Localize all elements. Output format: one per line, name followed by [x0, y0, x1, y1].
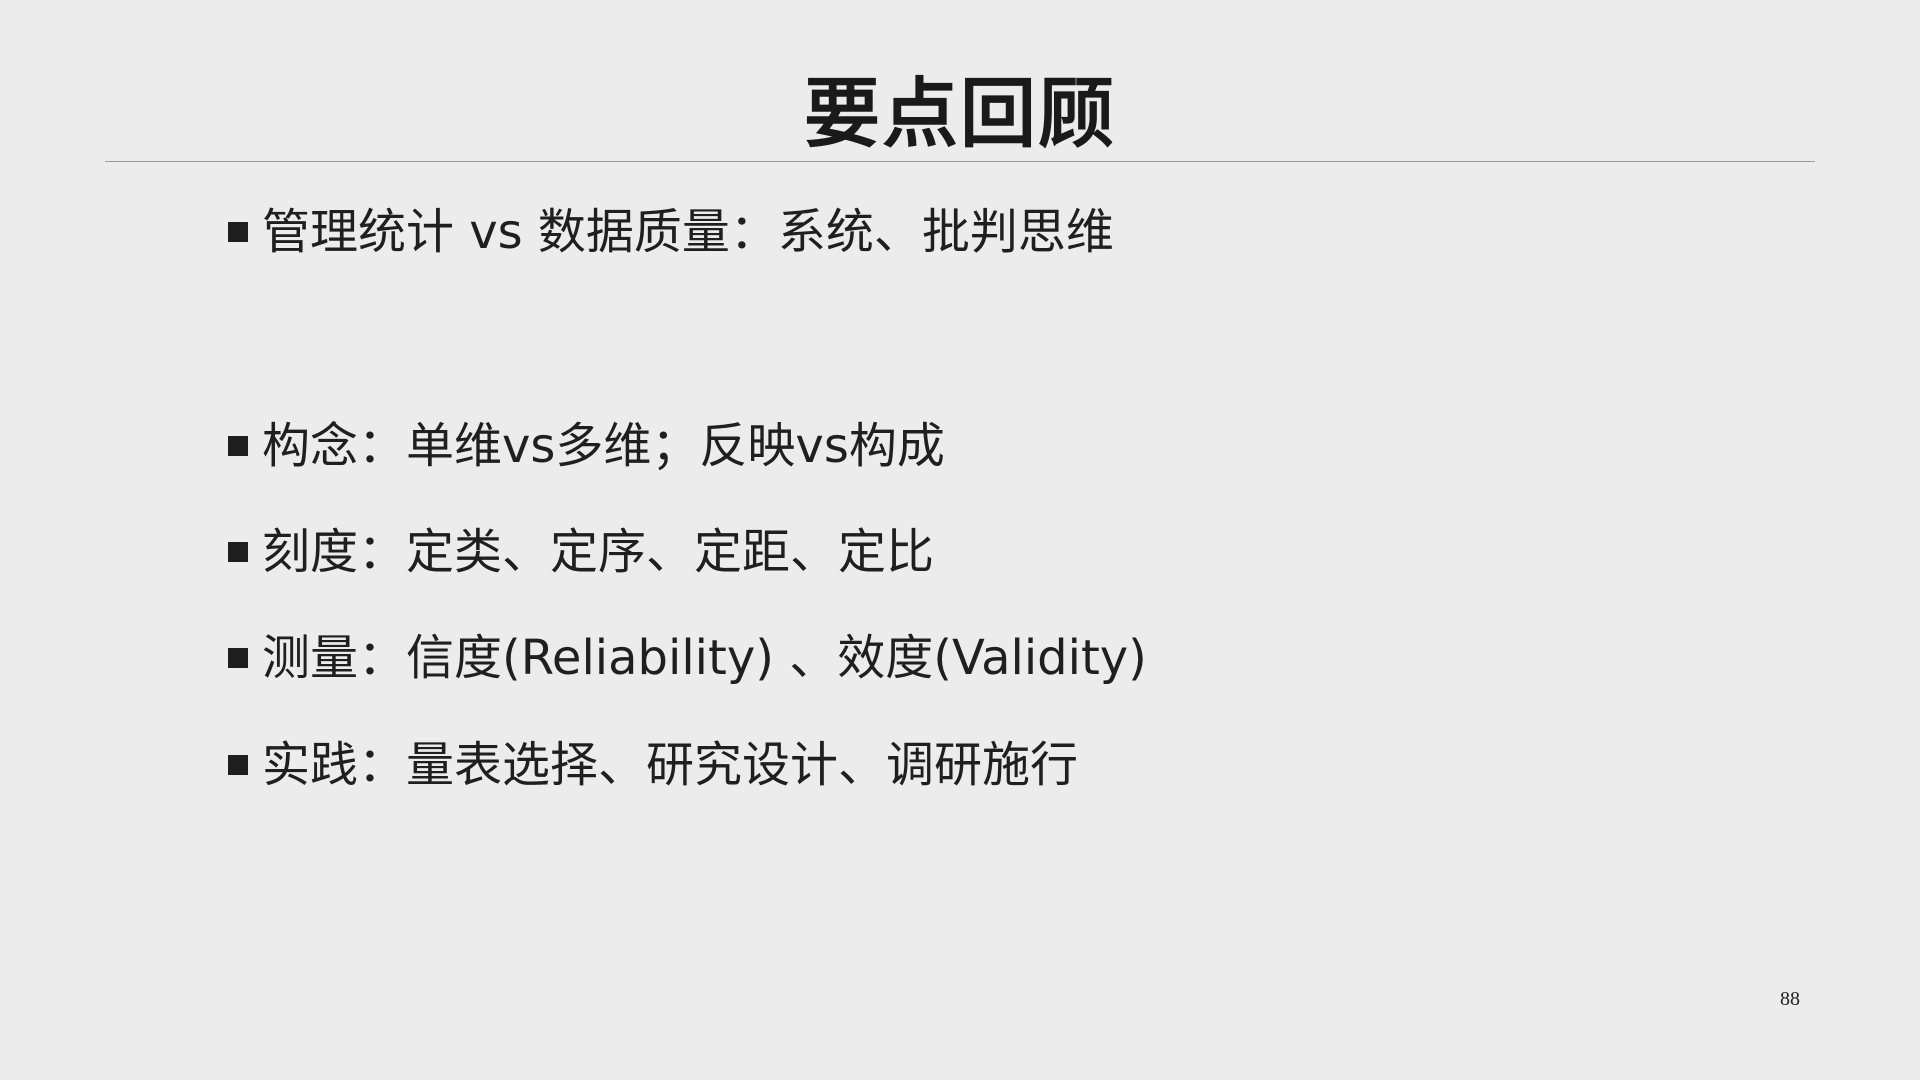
bullet-text: 管理统计 vs 数据质量：系统、批判思维	[262, 204, 1114, 260]
bullet-item: 管理统计 vs 数据质量：系统、批判思维	[228, 202, 1114, 262]
square-bullet-icon	[228, 222, 248, 242]
bullet-item: 测量：信度(Reliability) 、效度(Validity)	[228, 628, 1147, 688]
square-bullet-icon	[228, 755, 248, 775]
bullet-text: 实践：量表选择、研究设计、调研施行	[262, 737, 1079, 793]
slide-title: 要点回顾	[804, 69, 1116, 158]
square-bullet-icon	[228, 648, 248, 668]
bullet-text: 测量：信度(Reliability) 、效度(Validity)	[262, 630, 1147, 686]
bullet-text: 刻度：定类、定序、定距、定比	[262, 524, 935, 580]
slide: 要点回顾 管理统计 vs 数据质量：系统、批判思维 构念：单维vs多维；反映vs…	[0, 0, 1920, 1080]
square-bullet-icon	[228, 542, 248, 562]
square-bullet-icon	[228, 436, 248, 456]
bullet-item: 刻度：定类、定序、定距、定比	[228, 522, 934, 582]
title-divider	[105, 161, 1815, 162]
page-number: 88	[1780, 988, 1800, 1010]
bullet-item: 实践：量表选择、研究设计、调研施行	[228, 735, 1078, 795]
bullet-text: 构念：单维vs多维；反映vs构成	[262, 418, 945, 474]
bullet-item: 构念：单维vs多维；反映vs构成	[228, 416, 945, 476]
